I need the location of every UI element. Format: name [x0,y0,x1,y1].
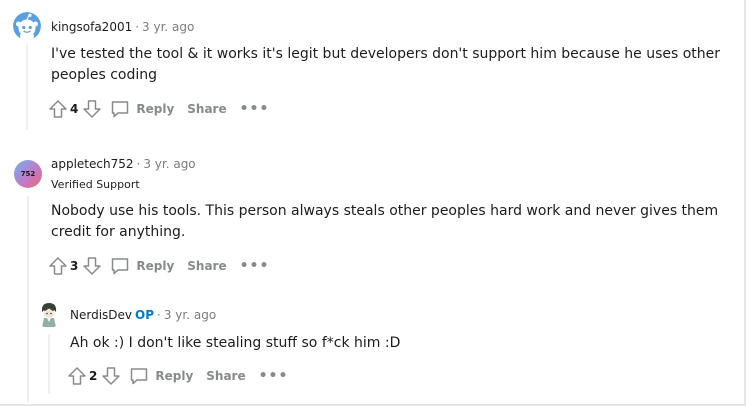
username[interactable]: appletech752 [51,157,134,171]
vote-score: 4 [70,102,79,116]
reply-label: Reply [155,369,194,383]
comment-text-line: Nobody use his tools. This person always… [51,203,719,219]
downvote-icon[interactable] [82,256,102,276]
timestamp[interactable]: 3 yr. ago [142,20,194,34]
more-options-icon[interactable]: ••• [240,102,270,116]
reply-label: Reply [136,102,175,116]
comment-bubble-icon [112,101,129,118]
username[interactable]: NerdisDev [70,308,132,322]
share-button[interactable]: Share [206,369,245,383]
op-badge: OP [135,308,155,322]
timestamp[interactable]: 3 yr. ago [143,157,195,171]
avatar-text: 752 [20,170,36,178]
share-button[interactable]: Share [187,102,226,116]
more-options-icon[interactable]: ••• [259,369,289,383]
comment-text-line: I've tested the tool & it works it's leg… [51,46,721,62]
upvote-icon[interactable] [48,99,68,119]
snoo-avatar-icon [13,12,41,40]
timestamp[interactable]: 3 yr. ago [164,308,216,322]
reply-button[interactable]: Reply [129,366,193,386]
reply-button[interactable]: Reply [110,256,174,276]
user-avatar[interactable]: 752 [14,160,42,188]
comment-text-line: peoples coding [51,67,157,83]
comment-body: Ah ok :) I don't like stealing stuff so … [70,333,730,354]
anime-character-avatar-icon [41,303,57,327]
comment-body: Nobody use his tools. This person always… [51,201,731,243]
user-avatar[interactable] [35,300,63,328]
vote-score: 2 [89,369,98,383]
comment-meta: appletech752 · 3 yr. ago [51,157,196,171]
upvote-icon[interactable] [67,366,87,386]
reply-label: Reply [136,259,175,273]
comment-kingsofa2001: kingsofa2001 · 3 yr. ago I've tested the t… [0,0,746,140]
comment-text-line: Ah ok :) I don't like stealing stuff so … [70,335,401,351]
comment-body: I've tested the tool & it works it's leg… [51,44,731,86]
username[interactable]: kingsofa2001 [51,20,132,34]
comment-meta: kingsofa2001 · 3 yr. ago [51,20,194,34]
separator-dot: · [136,157,141,171]
comment-actions: 4 Reply Share ••• [48,97,269,121]
comment-bubble-icon [131,368,148,385]
share-button[interactable]: Share [187,259,226,273]
user-flair: Verified Support [51,178,140,191]
reply-button[interactable]: Reply [110,99,174,119]
vote-score: 3 [70,259,79,273]
comment-bubble-icon [112,258,129,275]
comment-meta: NerdisDev OP · 3 yr. ago [70,308,216,322]
downvote-icon[interactable] [82,99,102,119]
separator-dot: · [135,20,140,34]
separator-dot: · [157,308,161,322]
comment-actions: 3 Reply Share ••• [48,254,269,278]
downvote-icon[interactable] [101,366,121,386]
upvote-icon[interactable] [48,256,68,276]
comment-actions: 2 Reply Share ••• [67,364,288,388]
thread-line[interactable] [48,334,50,394]
comment-text-line: credit for anything. [51,224,186,240]
more-options-icon[interactable]: ••• [240,259,270,273]
user-avatar[interactable] [13,12,41,40]
thread-line[interactable] [26,44,28,130]
comment-nerdisdev: NerdisDev OP · 3 yr. ago Ah ok :) I don't l… [0,295,746,406]
